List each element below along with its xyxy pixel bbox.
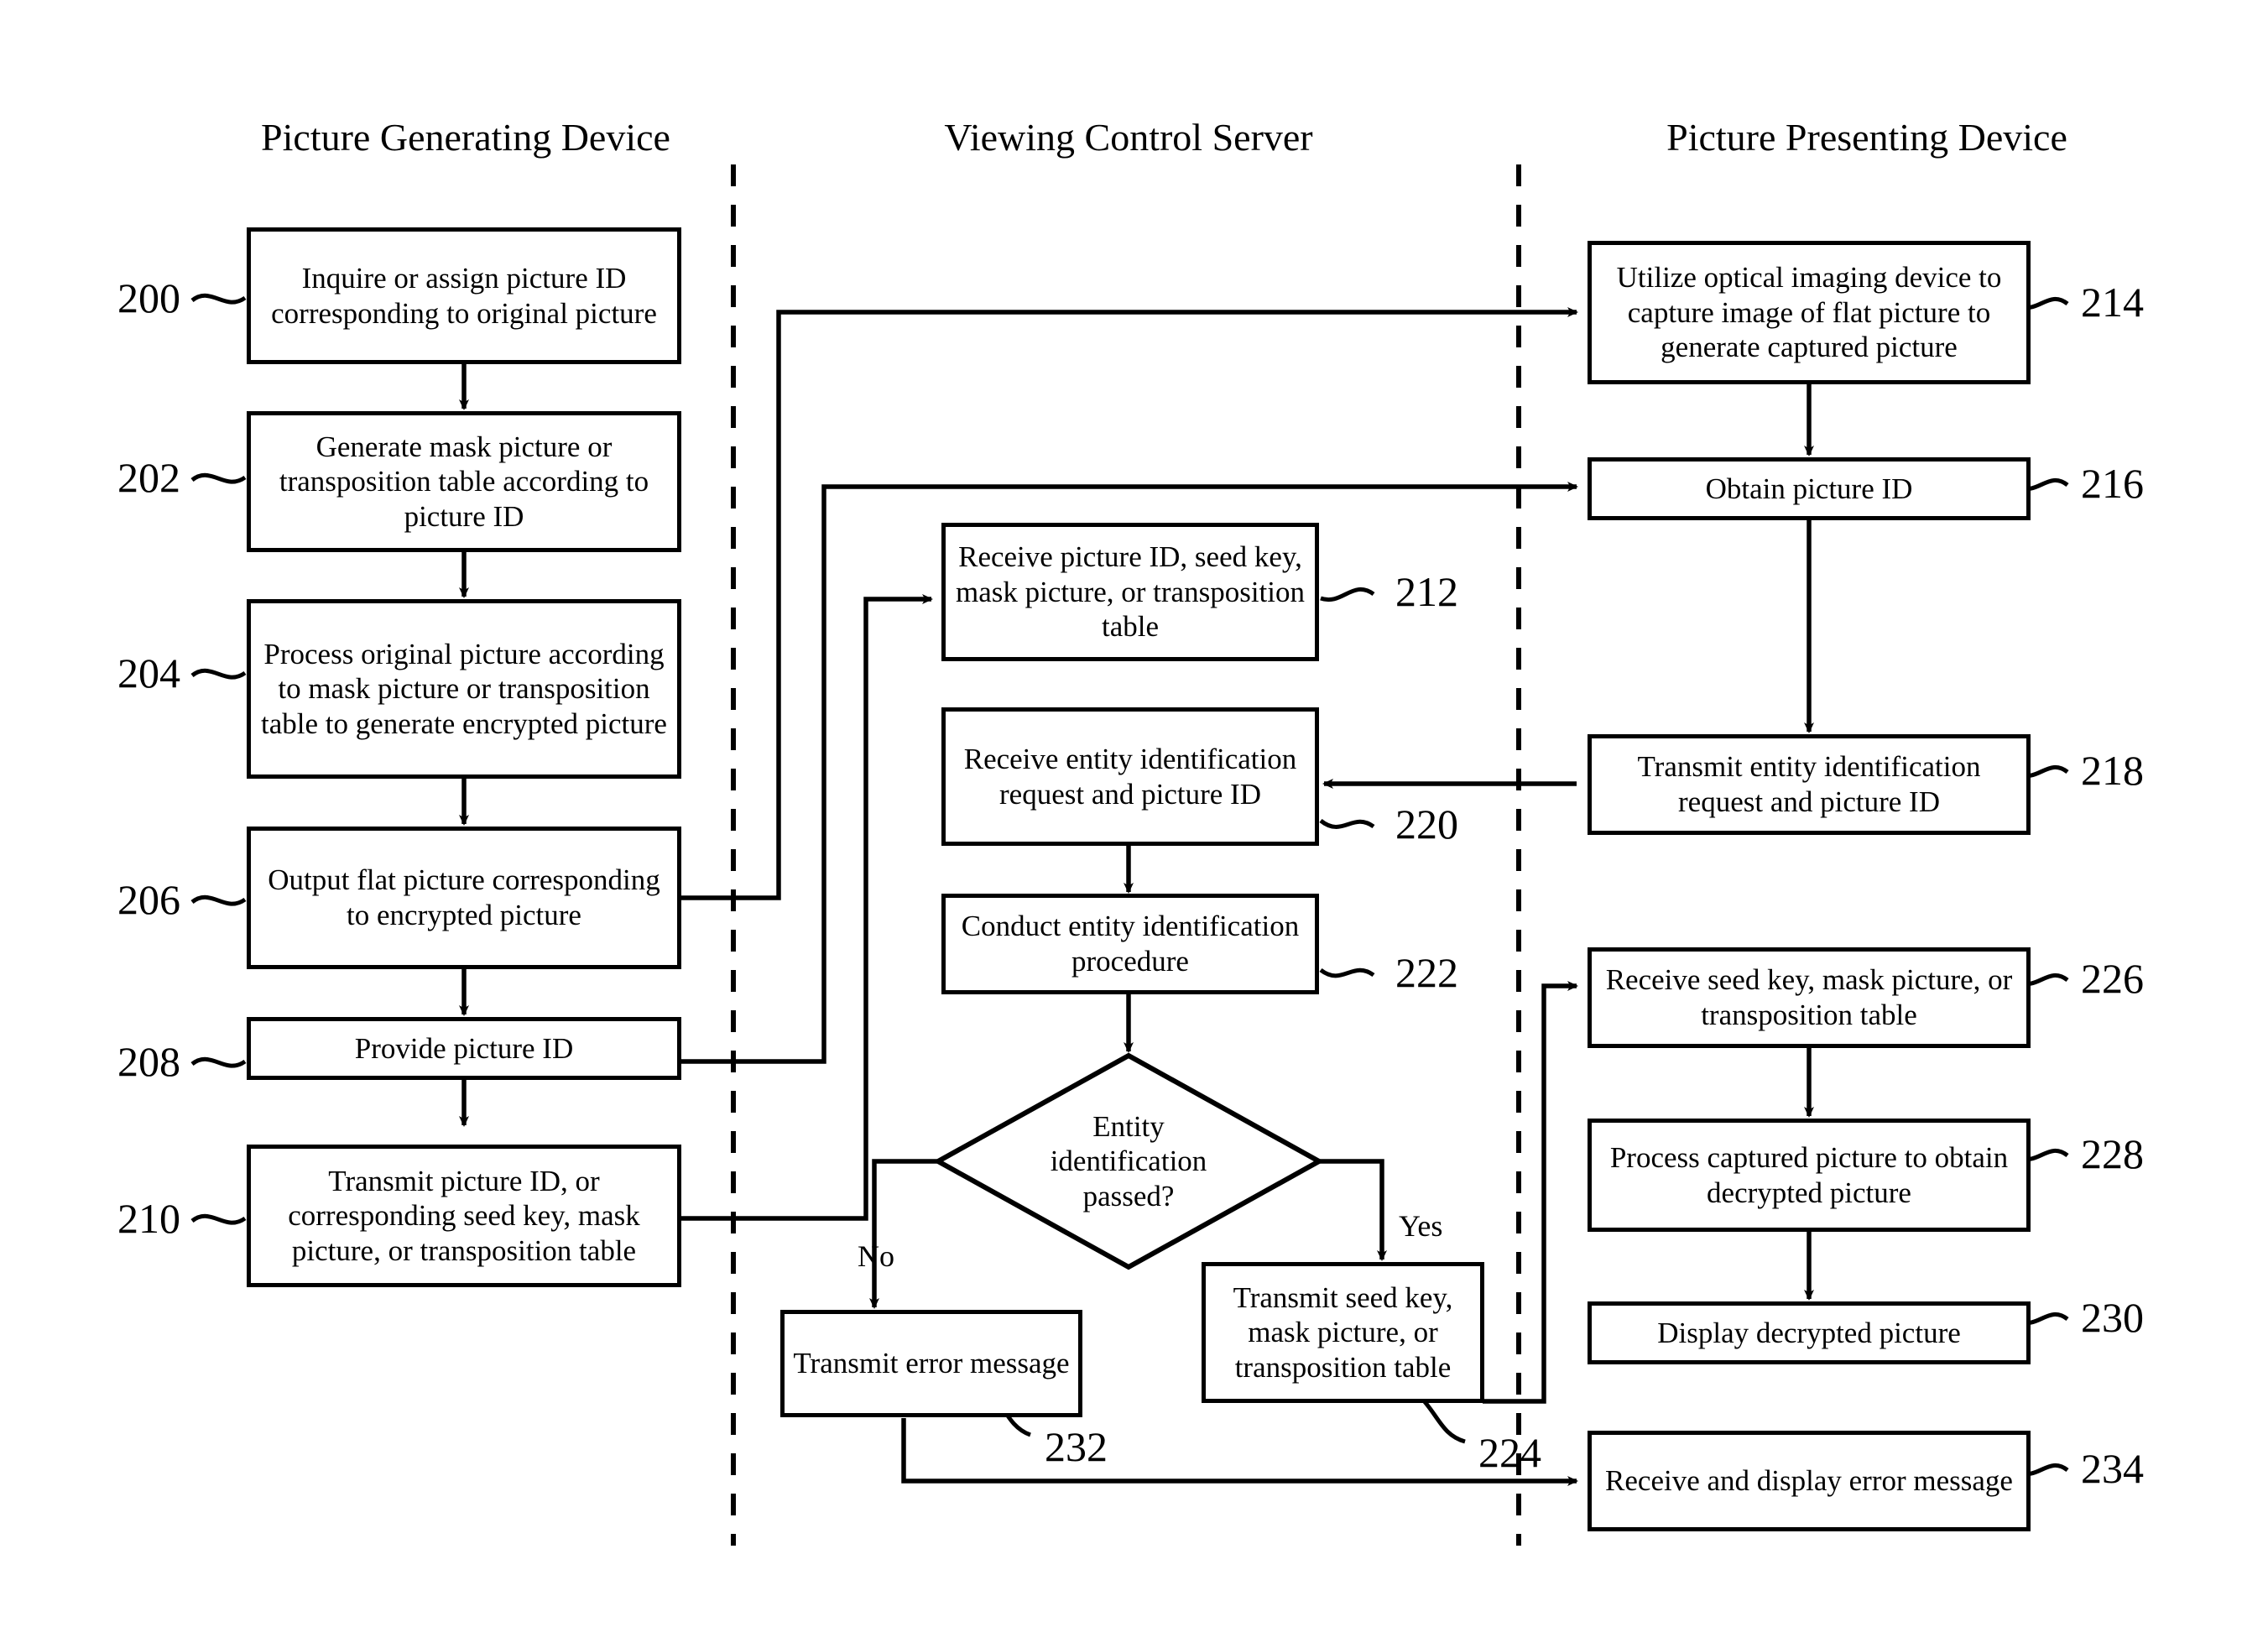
ref-num-204: 204 [117, 649, 180, 696]
node-200-label: Inquire or assign picture ID correspondi… [271, 261, 657, 330]
ref-num-224: 224 [1478, 1429, 1541, 1476]
node-208-label: Provide picture ID [354, 1031, 574, 1065]
node-214-label: Utilize optical imaging device to captur… [1616, 261, 2002, 364]
node-218[interactable]: Transmit entity identification request a… [1588, 734, 2031, 835]
node-decision-entity-identification[interactable]: Entity identification passed? [938, 1056, 1319, 1267]
ref-num-200: 200 [117, 274, 180, 321]
lane-title-viewing-control-server: Viewing Control Server [944, 116, 1313, 159]
node-202[interactable]: Generate mask picture or transposition t… [247, 411, 681, 552]
node-216[interactable]: Obtain picture ID [1588, 457, 2031, 520]
lane-title-picture-generating-device: Picture Generating Device [261, 116, 670, 159]
lane-title-picture-presenting-device: Picture Presenting Device [1666, 116, 2067, 159]
ref-num-206: 206 [117, 876, 180, 923]
node-210[interactable]: Transmit picture ID, or corresponding se… [247, 1145, 681, 1287]
ref-num-234: 234 [2081, 1445, 2144, 1492]
node-226-label: Receive seed key, mask picture, or trans… [1605, 963, 2013, 1031]
ref-num-210: 210 [117, 1195, 180, 1242]
node-228-label: Process captured picture to obtain decry… [1609, 1140, 2009, 1209]
node-decision-label: Entity identification passed? [1050, 1109, 1207, 1213]
node-220[interactable]: Receive entity identification request an… [941, 707, 1319, 846]
node-222-label: Conduct entity identification procedure [961, 910, 1300, 978]
node-210-label: Transmit picture ID, or corresponding se… [288, 1164, 640, 1267]
ref-num-222: 222 [1395, 949, 1458, 996]
node-234[interactable]: Receive and display error message [1588, 1431, 2031, 1531]
patent-flowchart-figure: Picture Generating Device Viewing Contro… [0, 0, 2268, 1648]
node-222[interactable]: Conduct entity identification procedure [941, 894, 1319, 994]
ref-num-214: 214 [2081, 279, 2144, 326]
node-224[interactable]: Transmit seed key, mask picture, or tran… [1202, 1262, 1484, 1403]
node-224-label: Transmit seed key, mask picture, or tran… [1233, 1280, 1453, 1384]
node-220-label: Receive entity identification request an… [963, 742, 1297, 811]
node-200[interactable]: Inquire or assign picture ID correspondi… [247, 227, 681, 364]
node-212-label: Receive picture ID, seed key, mask pictu… [955, 540, 1306, 644]
node-204-label: Process original picture according to ma… [261, 637, 667, 740]
node-206[interactable]: Output flat picture corresponding to enc… [247, 827, 681, 969]
ref-num-208: 208 [117, 1038, 180, 1085]
ref-num-228: 228 [2081, 1130, 2144, 1177]
node-230-label: Display decrypted picture [1657, 1316, 1961, 1349]
node-228[interactable]: Process captured picture to obtain decry… [1588, 1119, 2031, 1232]
ref-num-220: 220 [1395, 801, 1458, 847]
node-204[interactable]: Process original picture according to ma… [247, 599, 681, 779]
ref-num-218: 218 [2081, 747, 2144, 794]
ref-num-216: 216 [2081, 460, 2144, 507]
node-230[interactable]: Display decrypted picture [1588, 1301, 2031, 1364]
ref-num-226: 226 [2081, 955, 2144, 1002]
node-232-label: Transmit error message [793, 1347, 1070, 1380]
ref-num-230: 230 [2081, 1294, 2144, 1341]
node-206-label: Output flat picture corresponding to enc… [268, 863, 660, 931]
node-214[interactable]: Utilize optical imaging device to captur… [1588, 241, 2031, 384]
node-208[interactable]: Provide picture ID [247, 1017, 681, 1080]
ref-num-202: 202 [117, 454, 180, 501]
node-232[interactable]: Transmit error message [780, 1310, 1082, 1417]
ref-num-212: 212 [1395, 568, 1458, 615]
node-218-label: Transmit entity identification request a… [1637, 750, 1981, 818]
node-234-label: Receive and display error message [1605, 1464, 2013, 1498]
node-216-label: Obtain picture ID [1705, 472, 1913, 505]
node-212[interactable]: Receive picture ID, seed key, mask pictu… [941, 523, 1319, 661]
edge-label-no: No [858, 1239, 894, 1273]
node-226[interactable]: Receive seed key, mask picture, or trans… [1588, 947, 2031, 1048]
node-202-label: Generate mask picture or transposition t… [279, 430, 649, 533]
edge-label-yes: Yes [1399, 1209, 1443, 1243]
ref-num-232: 232 [1045, 1423, 1108, 1470]
